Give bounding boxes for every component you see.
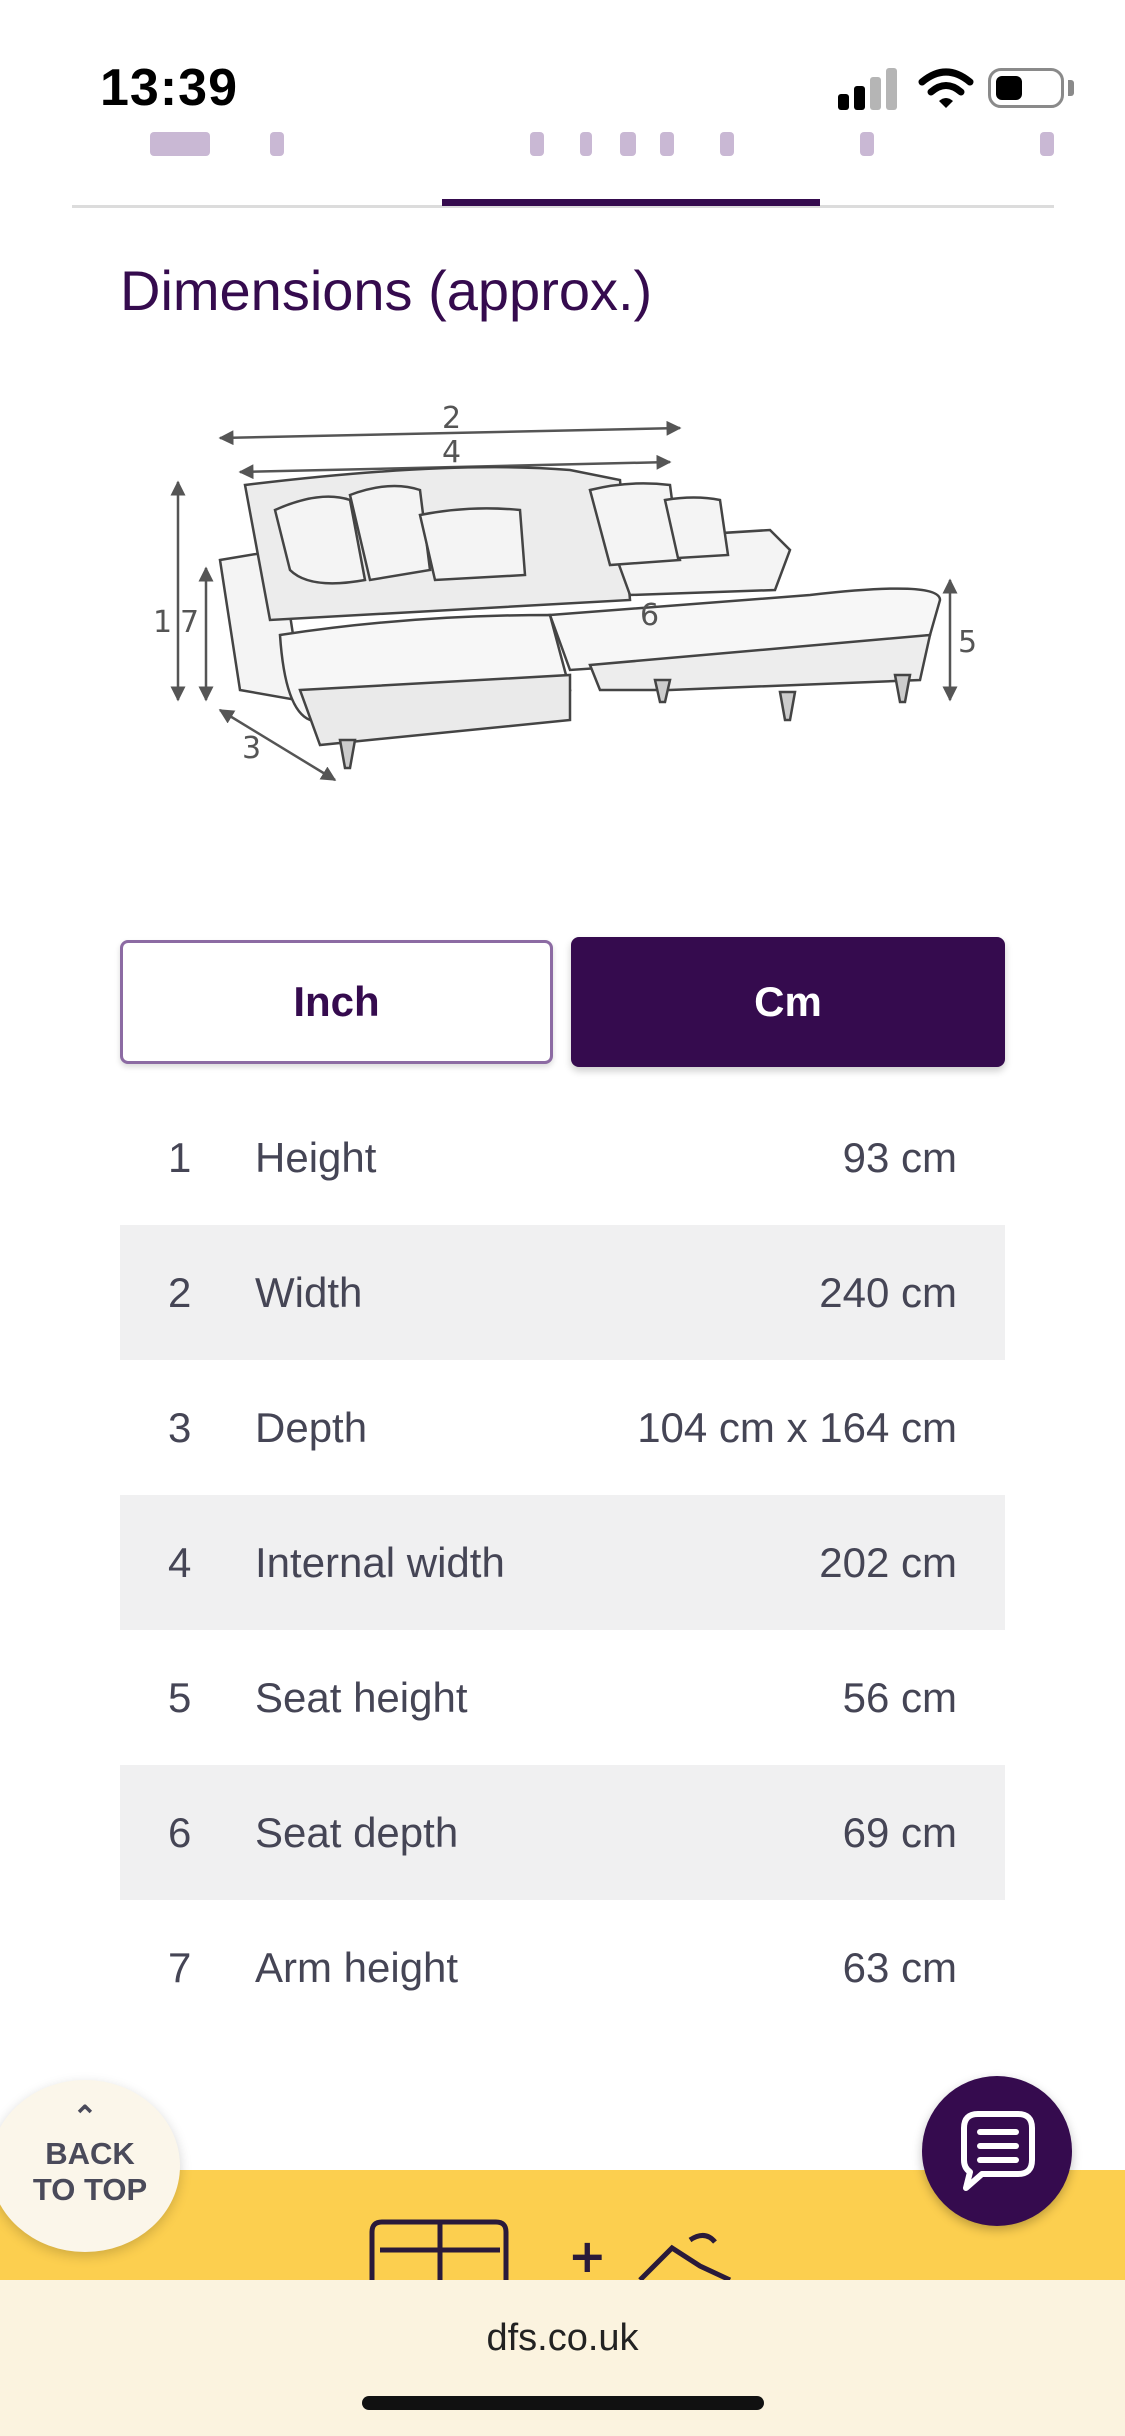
- status-time: 13:39: [100, 59, 238, 117]
- row-label: Seat depth: [255, 1808, 459, 1856]
- tab-strip: [140, 132, 1080, 162]
- table-row: 1 Height 93 cm: [120, 1090, 1005, 1225]
- sofa-dimensions-diagram: 2 4 1 7 6 5 3: [153, 401, 977, 782]
- url-text[interactable]: dfs.co.uk: [0, 2317, 1125, 2360]
- row-value: 104 cm x 164 cm: [637, 1403, 957, 1451]
- table-row: 4 Internal width 202 cm: [120, 1495, 1005, 1630]
- section-title: Dimensions (approx.): [120, 259, 653, 322]
- row-label: Height: [255, 1133, 377, 1181]
- cm-toggle-button[interactable]: Cm: [571, 937, 1005, 1067]
- cellular-signal-icon: [838, 66, 900, 110]
- callout-5: 5: [958, 625, 977, 660]
- table-row: 6 Seat depth 69 cm: [120, 1765, 1005, 1900]
- status-bar: 13:39: [0, 0, 1125, 150]
- row-value: 202 cm: [819, 1538, 957, 1586]
- row-value: 93 cm: [842, 1133, 957, 1181]
- home-indicator[interactable]: [362, 2396, 764, 2410]
- row-label: Seat height: [255, 1673, 468, 1721]
- svg-text:+: +: [568, 2229, 607, 2280]
- browser-url-bar[interactable]: dfs.co.uk: [0, 2280, 1125, 2436]
- row-value: 63 cm: [842, 1943, 957, 1991]
- chat-button[interactable]: [922, 2076, 1072, 2226]
- inch-toggle-button[interactable]: Inch: [120, 940, 553, 1064]
- row-number: 4: [168, 1538, 192, 1586]
- tab-active-indicator[interactable]: [442, 199, 820, 206]
- callout-2: 2: [442, 401, 461, 436]
- back-to-top-line2: TO TOP: [32, 2172, 148, 2207]
- callout-3: 3: [242, 731, 261, 766]
- table-row: 7 Arm height 63 cm: [120, 1900, 1005, 2035]
- row-label: Width: [255, 1268, 363, 1316]
- table-row: 2 Width 240 cm: [120, 1225, 1005, 1360]
- row-label: Internal width: [255, 1538, 505, 1586]
- dimensions-table: 1 Height 93 cm 2 Width 240 cm 3 Depth 10…: [120, 1090, 1005, 2035]
- wifi-icon: [918, 68, 974, 108]
- row-number: 1: [168, 1133, 192, 1181]
- row-number: 5: [168, 1673, 192, 1721]
- callout-4: 4: [442, 435, 461, 470]
- row-value: 56 cm: [842, 1673, 957, 1721]
- callout-1: 1: [153, 605, 172, 640]
- table-row: 3 Depth 104 cm x 164 cm: [120, 1360, 1005, 1495]
- row-value: 240 cm: [819, 1268, 957, 1316]
- chevron-up-icon: ⌃: [72, 2101, 98, 2134]
- row-number: 3: [168, 1403, 192, 1451]
- back-to-top-line1: BACK: [45, 2136, 135, 2171]
- battery-icon: [988, 68, 1064, 108]
- row-value: 69 cm: [842, 1808, 957, 1856]
- chat-bubble-icon: [961, 2111, 1035, 2191]
- table-row: 5 Seat height 56 cm: [120, 1630, 1005, 1765]
- callout-7: 7: [180, 605, 199, 640]
- row-label: Depth: [255, 1403, 368, 1451]
- row-number: 6: [168, 1808, 192, 1856]
- callout-6: 6: [640, 598, 659, 633]
- row-label: Arm height: [255, 1943, 459, 1991]
- row-number: 7: [168, 1943, 192, 1991]
- row-number: 2: [168, 1268, 192, 1316]
